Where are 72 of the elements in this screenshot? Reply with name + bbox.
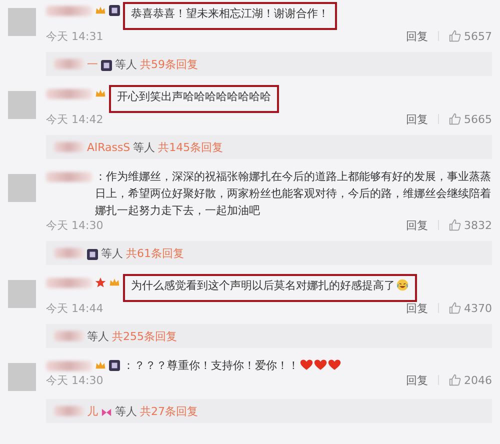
crown-icon [109, 277, 120, 288]
blurred-username [46, 361, 92, 371]
reply-link[interactable]: 回复 [406, 372, 428, 388]
avatar[interactable] [8, 91, 36, 119]
thumbs-up-icon [449, 219, 461, 231]
thumbs-up-icon [449, 113, 461, 125]
blurred-username [46, 89, 92, 99]
like-button[interactable]: 5665 [449, 112, 492, 126]
replies-bar[interactable]: AlRassS 等人 共145条回复 [46, 135, 492, 159]
reply-link[interactable]: 回复 [406, 218, 428, 232]
reply-link[interactable]: 回复 [406, 112, 428, 126]
heart-icon [300, 359, 313, 371]
blurred-username [46, 6, 92, 16]
heart-icon [314, 359, 327, 371]
replier-name: 儿 [87, 404, 98, 418]
comment-time: 今天 14:44 [46, 300, 104, 316]
avatar[interactable] [8, 280, 36, 308]
avatar[interactable] [8, 174, 36, 202]
crown-icon [95, 5, 106, 16]
heart-icon [328, 359, 341, 371]
replier-name: AlRassS [87, 140, 130, 154]
thumbs-up-icon [449, 374, 461, 386]
crown-icon [95, 88, 106, 99]
comment-text: ：？？？尊重你！支持你！爱你！！ [123, 357, 492, 374]
blurred-username [54, 248, 84, 258]
comment-time: 今天 14:42 [46, 112, 104, 126]
comment-time: 今天 14:30 [46, 372, 104, 388]
like-count: 2046 [464, 374, 492, 386]
vip-badge-icon [87, 249, 98, 260]
reply-link[interactable]: 回复 [406, 300, 428, 316]
blurred-username [46, 278, 92, 288]
blurred-username [46, 172, 92, 182]
replies-bar[interactable]: 一 等人 共59条回复 [46, 52, 492, 76]
like-count: 4370 [464, 302, 492, 314]
crown-icon [95, 360, 106, 371]
like-button[interactable]: 4370 [449, 302, 492, 314]
replies-others-label: 等人 [115, 404, 137, 418]
like-count: 5657 [464, 30, 492, 42]
like-count: 3832 [464, 218, 492, 232]
comment-time: 今天 14:30 [46, 218, 104, 232]
avatar[interactable] [8, 8, 36, 36]
replier-name: 一 [87, 56, 98, 72]
replies-bar[interactable]: 等人 共61条回复 [46, 241, 492, 265]
comment-text: 恭喜恭喜！望未来相忘江湖！谢谢合作！ [123, 2, 337, 30]
blurred-username [54, 59, 84, 69]
comment-text: 开心到笑出声哈哈哈哈哈哈哈哈 [109, 85, 279, 113]
like-count: 5665 [464, 112, 492, 126]
thumbs-up-icon [449, 302, 461, 314]
thumbs-up-icon [449, 30, 461, 42]
blurred-username [54, 406, 84, 416]
replies-bar[interactable]: 儿 等人 共27条回复 [46, 399, 492, 423]
vip-badge-icon [109, 5, 120, 16]
replies-others-label: 等人 [87, 328, 109, 344]
bow-icon [101, 407, 112, 418]
reply-link[interactable]: 回复 [406, 28, 428, 44]
comment-text: 为什么感觉看到这个声明以后莫名对娜扎的好感提高了 [123, 274, 417, 302]
blurred-username [54, 142, 84, 152]
like-button[interactable]: 5657 [449, 30, 492, 42]
blurred-username [54, 331, 84, 341]
replies-others-label: 等人 [101, 246, 123, 260]
replies-others-label: 等人 [115, 56, 137, 72]
vip-badge-icon [109, 360, 120, 371]
star-icon [95, 277, 106, 288]
like-button[interactable]: 3832 [449, 218, 492, 232]
laughing-emoji-icon [396, 279, 409, 291]
comment-text: ：作为维娜丝，深深的祝福张翰娜扎在今后的道路上都能够有好的发展，事业蒸蒸日上，希望两位好聚好散，两家粉丝也能客观对待，今后的路，维娜丝会继续陪着娜扎一起努力走下去，一起加油吧 [95, 169, 492, 219]
like-button[interactable]: 2046 [449, 374, 492, 386]
replies-bar[interactable]: 等人 共255条回复 [46, 324, 492, 348]
vip-badge-icon [101, 60, 112, 71]
avatar[interactable] [8, 363, 36, 391]
replies-others-label: 等人 [133, 140, 156, 154]
comment-time: 今天 14:31 [46, 28, 104, 44]
